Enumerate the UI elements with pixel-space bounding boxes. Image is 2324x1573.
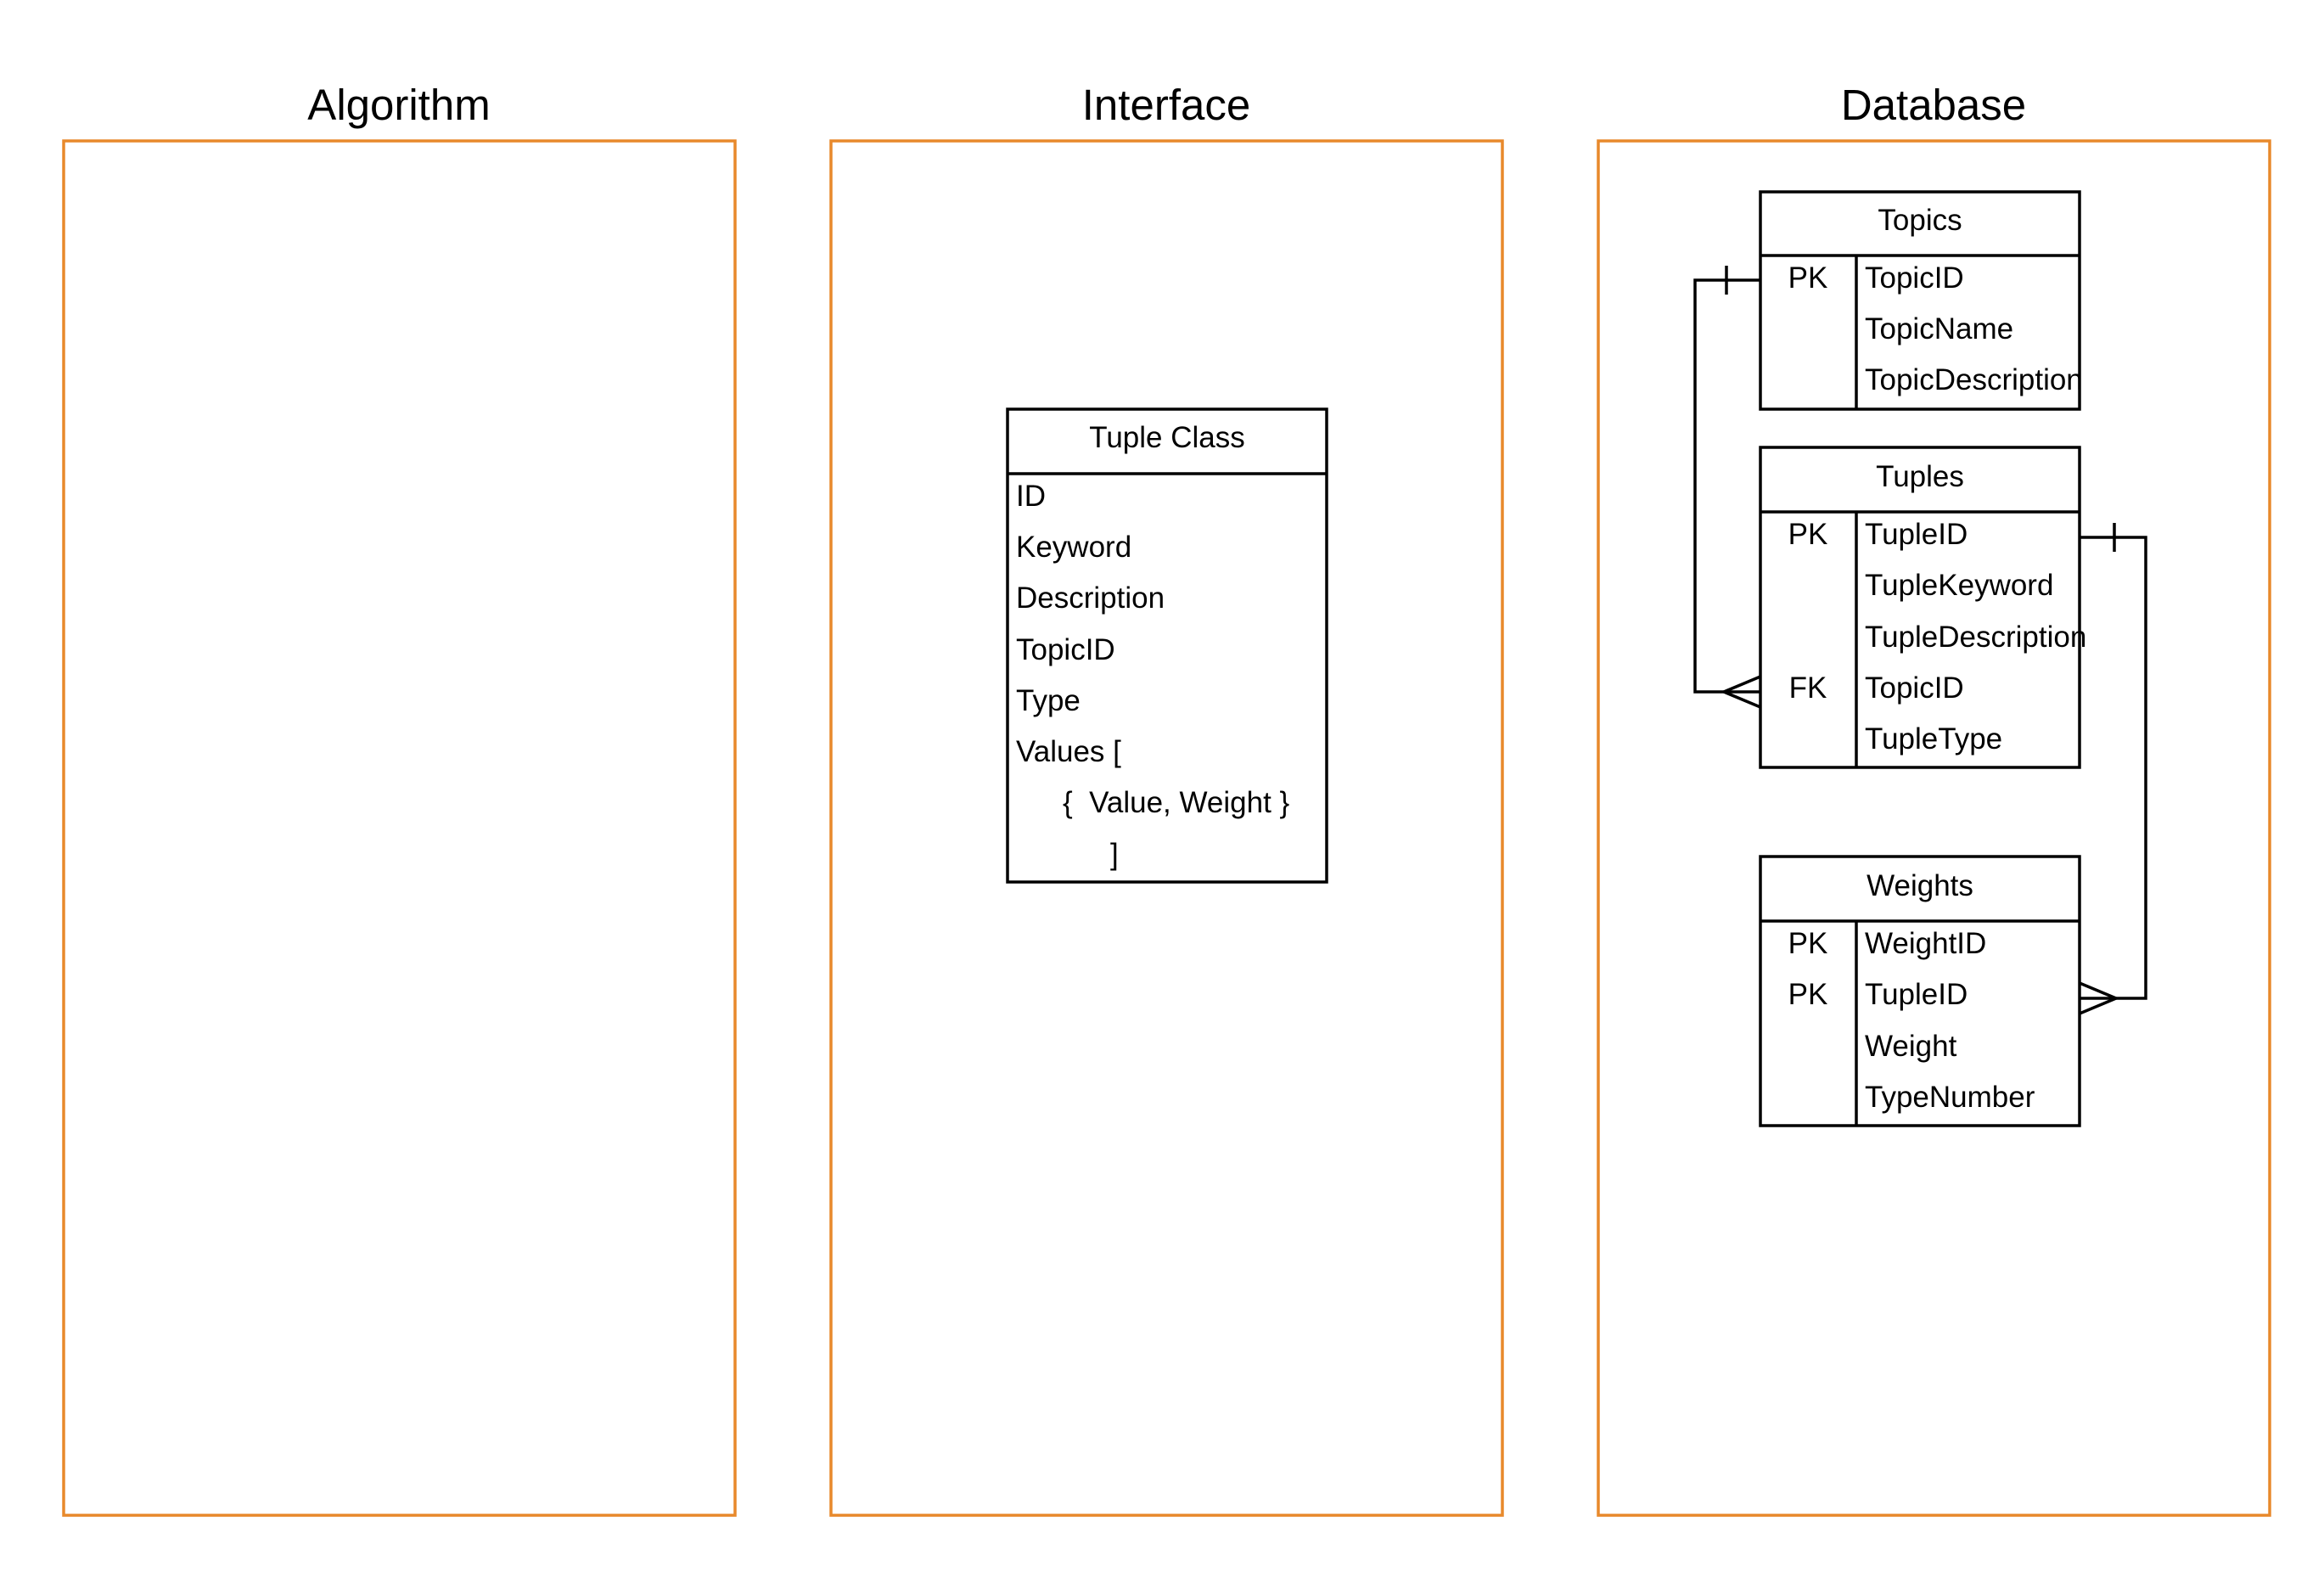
diagram-canvas: Algorithm Interface Database Tuple Class… — [62, 81, 2271, 1517]
table-topics-title: Topics — [1878, 204, 1962, 237]
table-tuples-title: Tuples — [1876, 460, 1964, 493]
panel-database — [1597, 139, 2271, 1517]
weights-field-2: Weight — [1865, 1030, 1957, 1063]
table-weights-title: Weights — [1866, 869, 1973, 902]
weights-field-1: TupleID — [1865, 978, 1968, 1011]
tuples-field-1: TupleKeyword — [1865, 569, 2053, 602]
tuples-key-0: PK — [1788, 518, 1828, 551]
tuples-field-3: TopicID — [1865, 671, 1964, 705]
table-tuples: Tuples PK TupleID TupleKeyword TupleDesc… — [1759, 446, 2086, 769]
class-values-close: ] — [1110, 838, 1119, 871]
panel-interface — [829, 139, 1504, 1517]
panel-title-interface: Interface — [1082, 81, 1250, 129]
table-weights: Weights PK WeightID PK TupleID Weight Ty… — [1759, 855, 2081, 1127]
table-topics: Topics PK TopicID TopicName TopicDescrip… — [1759, 190, 2083, 411]
topics-field-1: TopicName — [1865, 312, 2013, 345]
tuples-field-0: TupleID — [1865, 518, 1968, 551]
topics-key-0: PK — [1788, 261, 1828, 295]
panel-title-algorithm: Algorithm — [307, 81, 490, 129]
panel-title-database: Database — [1841, 81, 2026, 129]
weights-key-1: PK — [1788, 978, 1828, 1011]
weights-key-0: PK — [1788, 927, 1828, 960]
tuples-key-3: FK — [1789, 671, 1827, 705]
class-field-type: Type — [1016, 684, 1081, 717]
panel-algorithm — [62, 139, 737, 1517]
topics-field-0: TopicID — [1865, 261, 1964, 295]
class-field-keyword: Keyword — [1016, 531, 1131, 564]
relationship-tuples-weights — [2079, 523, 2147, 1015]
tuple-class-title: Tuple Class — [1089, 421, 1245, 454]
topics-field-2: TopicDescription — [1865, 363, 2083, 396]
weights-field-0: WeightID — [1865, 927, 1986, 960]
weights-field-3: TypeNumber — [1865, 1081, 2035, 1114]
class-field-topicid: TopicID — [1016, 633, 1115, 666]
class-field-values: Values [ — [1016, 735, 1121, 768]
tuple-class-box: Tuple Class ID Keyword Description Topic… — [1006, 407, 1328, 884]
tuples-field-2: TupleDescription — [1865, 621, 2086, 654]
relationship-topics-tuples — [1693, 266, 1761, 709]
tuples-field-4: TupleType — [1865, 722, 2002, 756]
class-values-entry: { Value, Weight } — [1063, 786, 1290, 819]
class-field-description: Description — [1016, 581, 1165, 615]
class-field-id: ID — [1016, 480, 1046, 513]
